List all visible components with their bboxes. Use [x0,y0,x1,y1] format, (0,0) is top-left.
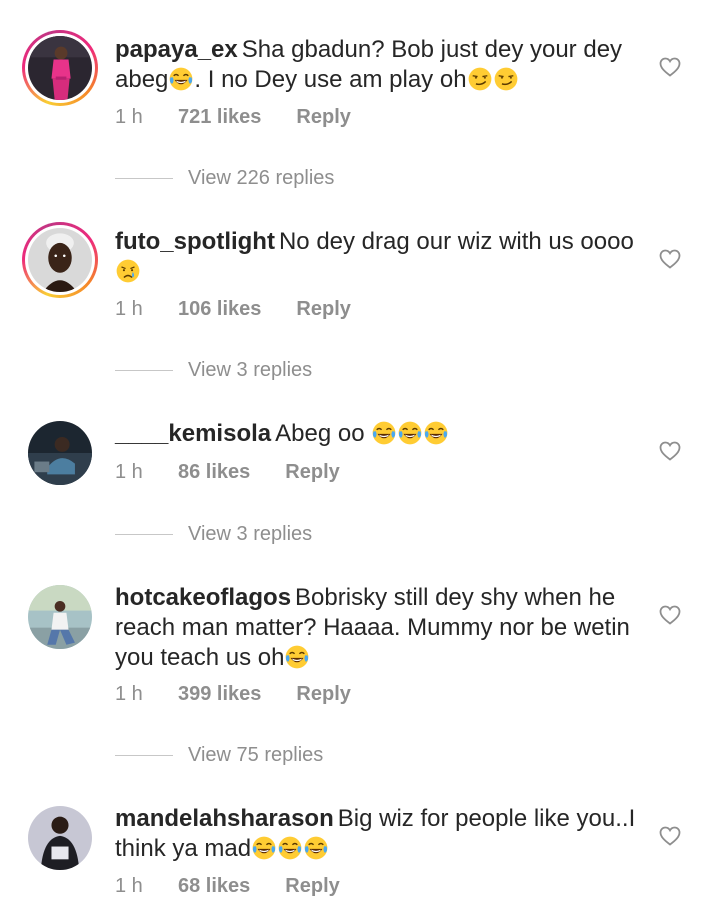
view-replies-button[interactable]: View 3 replies [115,355,312,385]
joy-emoji-icon [303,835,329,861]
story-ring[interactable] [22,222,98,298]
avatar [28,228,92,292]
view-replies-button[interactable]: View 3 replies [115,519,312,549]
avatar[interactable] [28,806,92,870]
divider-line [115,177,173,179]
likes-count[interactable]: 68 likes [178,875,250,898]
view-replies-label: View 3 replies [188,358,313,381]
reply-button[interactable]: Reply [296,683,350,706]
view-replies-label: View 3 replies [188,522,313,545]
avatar[interactable] [28,421,92,485]
comment-time: 1 h [115,682,143,705]
divider-line [115,754,173,756]
view-replies-button[interactable]: View 75 replies [115,740,323,770]
view-replies-label: View 226 replies [188,166,335,189]
joy-emoji-icon [284,644,310,670]
heart-outline-icon[interactable] [658,603,682,627]
comment-username[interactable]: ____kemisola [115,420,271,447]
reply-button[interactable]: Reply [285,461,339,484]
divider-line [115,533,173,535]
reply-button[interactable]: Reply [296,298,350,321]
joy-emoji-icon [371,420,397,446]
comment-username[interactable]: papaya_ex [115,36,238,63]
heart-outline-icon[interactable] [658,439,682,463]
smirk-emoji-icon [467,66,493,92]
comment-text: futo_spotlight No dey drag our wiz with u… [115,227,645,287]
avatar [28,36,92,100]
comment-text: papaya_ex Sha gbadun? Bob just dey your d… [115,35,645,95]
comment-text: hotcakeoflagos Bobrisky still dey shy whe… [115,583,645,673]
joy-emoji-icon [277,835,303,861]
view-replies-label: View 75 replies [188,743,324,766]
comment-meta: 1 h 721 likes Reply [115,102,351,132]
likes-count[interactable]: 86 likes [178,461,250,484]
comment-text: mandelahsharason Big wiz for people like … [115,804,645,864]
comment-meta: 1 h 68 likes Reply [115,871,340,901]
reply-button[interactable]: Reply [285,875,339,898]
comment-username[interactable]: hotcakeoflagos [115,584,291,611]
comment-time: 1 h [115,874,143,897]
likes-count[interactable]: 721 likes [178,106,261,129]
likes-count[interactable]: 106 likes [178,298,261,321]
avatar[interactable] [28,585,92,649]
comment-body-cont: . I no Dey use am play oh [194,66,467,93]
divider-line [115,369,173,371]
comment-body: No dey drag our wiz with us oooo [278,228,634,255]
smirk-emoji-icon [493,66,519,92]
view-replies-button[interactable]: View 226 replies [115,163,334,193]
heart-outline-icon[interactable] [658,247,682,271]
comment-time: 1 h [115,105,143,128]
heart-outline-icon[interactable] [658,824,682,848]
reply-button[interactable]: Reply [296,106,350,129]
comment-meta: 1 h 399 likes Reply [115,679,351,709]
joy-emoji-icon [251,835,277,861]
joy-emoji-icon [168,66,194,92]
comment-body: Abeg oo [275,420,372,447]
comment-meta: 1 h 106 likes Reply [115,294,351,324]
joy-emoji-icon [397,420,423,446]
comment-time: 1 h [115,297,143,320]
comment-time: 1 h [115,460,143,483]
crying-emoji-icon [115,258,141,284]
comment-text: ____kemisola Abeg oo [115,419,645,449]
heart-outline-icon[interactable] [658,55,682,79]
story-ring[interactable] [22,30,98,106]
comment-username[interactable]: futo_spotlight [115,228,275,255]
comment-meta: 1 h 86 likes Reply [115,457,340,487]
joy-emoji-icon [423,420,449,446]
comment-username[interactable]: mandelahsharason [115,805,334,832]
likes-count[interactable]: 399 likes [178,683,261,706]
